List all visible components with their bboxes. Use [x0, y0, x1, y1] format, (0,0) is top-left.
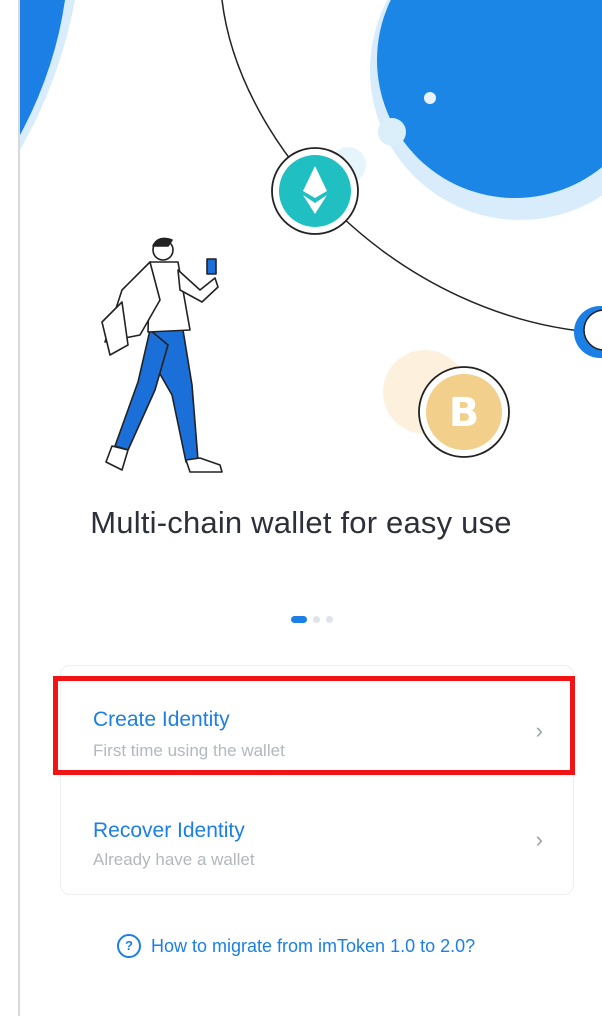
- bitcoin-coin-icon: B: [418, 366, 510, 458]
- page-dot: [326, 616, 333, 623]
- page-dot-active: [291, 616, 307, 623]
- recover-identity-option[interactable]: Recover Identity Already have a wallet ›: [61, 784, 573, 894]
- ethereum-coin-icon: [271, 147, 359, 235]
- person-illustration: [101, 237, 223, 473]
- chevron-right-icon: ›: [535, 827, 543, 852]
- page-indicator: [291, 616, 333, 623]
- onboarding-title: Multi-chain wallet for easy use: [90, 505, 512, 540]
- recover-identity-label: Recover Identity: [93, 819, 245, 842]
- page-dot: [313, 616, 320, 623]
- highlight-box: [53, 676, 575, 775]
- recover-identity-subtext: Already have a wallet: [93, 850, 255, 869]
- migration-help-link[interactable]: ? How to migrate from imToken 1.0 to 2.0…: [117, 934, 475, 958]
- svg-text:B: B: [449, 390, 480, 436]
- help-question-icon: ?: [117, 934, 141, 958]
- onboarding-screen: B Multi-chain wallet for easy use Create…: [0, 0, 602, 1016]
- migration-help-text: How to migrate from imToken 1.0 to 2.0?: [151, 935, 476, 956]
- coin-edge-icon: [574, 306, 602, 358]
- hero-illustration: B: [20, 0, 602, 473]
